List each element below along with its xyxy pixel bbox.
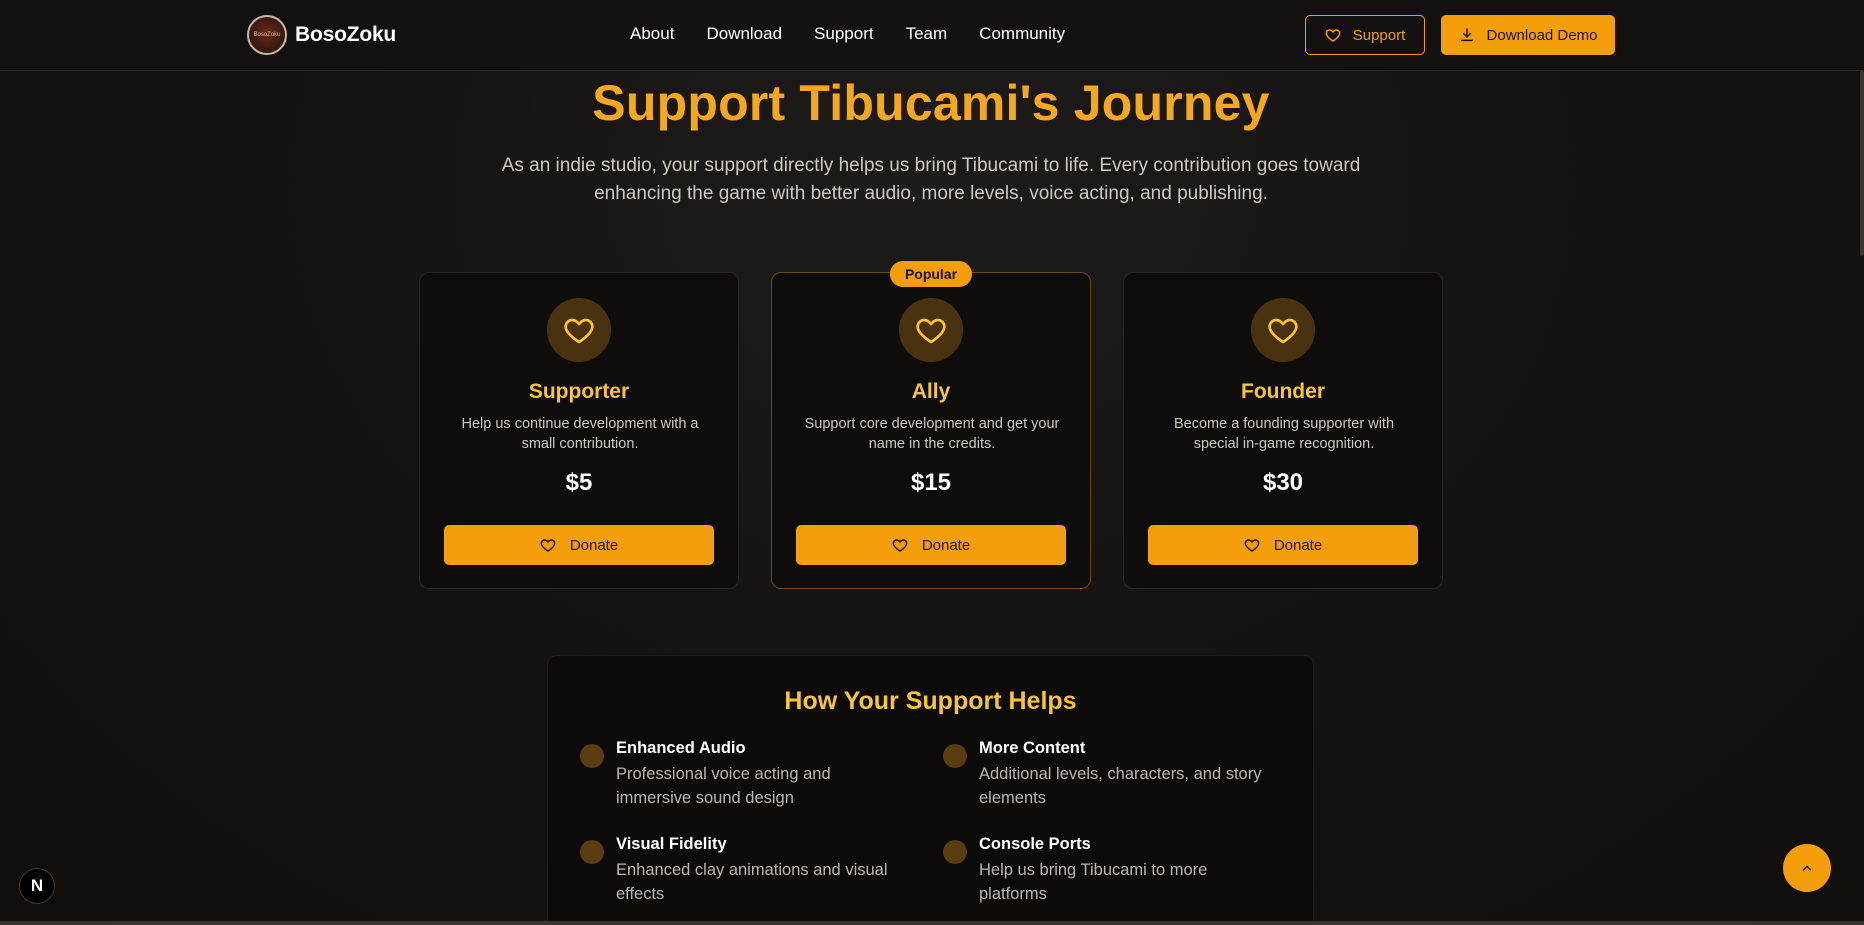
nav-link-support[interactable]: Support xyxy=(814,24,874,44)
download-demo-label: Download Demo xyxy=(1486,26,1598,44)
heart-icon xyxy=(1325,27,1341,43)
main-nav: About Download Support Team Community xyxy=(630,24,1065,44)
bullet-dot xyxy=(580,840,604,864)
nav-link-about[interactable]: About xyxy=(630,24,674,44)
tier-price: $5 xyxy=(565,469,593,496)
heart-icon xyxy=(899,298,963,362)
heart-icon xyxy=(1244,537,1260,553)
support-helps-panel: How Your Support Helps Enhanced Audio Pr… xyxy=(547,655,1314,925)
tier-price: $15 xyxy=(910,469,952,496)
tier-card-ally: Popular Ally Support core development an… xyxy=(771,261,1091,589)
tier-card-supporter: Supporter Help us continue development w… xyxy=(419,272,739,589)
tier-name: Ally xyxy=(911,380,951,403)
tier-name: Supporter xyxy=(528,380,630,403)
help-item-title: More Content xyxy=(979,739,1086,757)
horizontal-scrollbar[interactable] xyxy=(0,921,1864,925)
dev-tools-badge[interactable]: N xyxy=(19,868,55,904)
donate-button[interactable]: Donate xyxy=(796,525,1066,565)
page-subtitle: As an indie studio, your support directl… xyxy=(501,155,1361,204)
bullet-dot xyxy=(580,744,604,768)
brand-link[interactable]: BosoZoku BosoZoku xyxy=(247,15,396,55)
donate-button[interactable]: Donate xyxy=(1148,525,1418,565)
donate-button-label: Donate xyxy=(569,536,619,554)
brand-name: BosoZoku xyxy=(295,23,397,46)
support-button-label: Support xyxy=(1352,26,1406,44)
heart-icon xyxy=(892,537,908,553)
tier-description: Support core development and get your na… xyxy=(804,416,1060,452)
nav-link-team[interactable]: Team xyxy=(906,24,948,44)
help-item-description: Enhanced clay animations and visual effe… xyxy=(616,861,888,903)
support-button[interactable]: Support xyxy=(1305,15,1425,55)
heart-icon xyxy=(1251,298,1315,362)
help-item-title: Visual Fidelity xyxy=(616,835,727,853)
help-item-description: Help us bring Tibucami to more platforms xyxy=(979,861,1208,903)
chevron-up-icon xyxy=(1800,861,1814,875)
nav-link-community[interactable]: Community xyxy=(979,24,1065,44)
heart-icon xyxy=(547,298,611,362)
scroll-to-top-button[interactable] xyxy=(1783,844,1831,892)
help-item-title: Console Ports xyxy=(979,835,1091,853)
donate-button-label: Donate xyxy=(921,536,971,554)
donate-button[interactable]: Donate xyxy=(444,525,714,565)
navbar: BosoZoku BosoZoku About Download Support… xyxy=(0,0,1864,71)
download-demo-button[interactable]: Download Demo xyxy=(1441,15,1615,55)
donate-button-label: Donate xyxy=(1273,536,1323,554)
download-icon xyxy=(1459,27,1475,43)
heart-icon xyxy=(540,537,556,553)
help-item-title: Enhanced Audio xyxy=(616,739,746,757)
tier-description: Help us continue development with a smal… xyxy=(461,416,699,452)
logo: BosoZoku xyxy=(247,15,287,55)
help-item-description: Additional levels, characters, and story… xyxy=(979,765,1262,807)
bullet-dot xyxy=(943,744,967,768)
tier-name: Founder xyxy=(1241,380,1325,403)
tier-description: Become a founding supporter with special… xyxy=(1173,416,1395,452)
help-item-description: Professional voice acting and immersive … xyxy=(616,765,831,807)
tier-price: $30 xyxy=(1262,469,1304,496)
tier-card-founder: Founder Become a founding supporter with… xyxy=(1123,272,1443,589)
bullet-dot xyxy=(943,840,967,864)
nav-link-download[interactable]: Download xyxy=(706,24,782,44)
popular-badge: Popular xyxy=(889,261,973,287)
section-title: How Your Support Helps xyxy=(784,687,1077,715)
page-title: Support Tibucami's Journey xyxy=(592,75,1270,131)
